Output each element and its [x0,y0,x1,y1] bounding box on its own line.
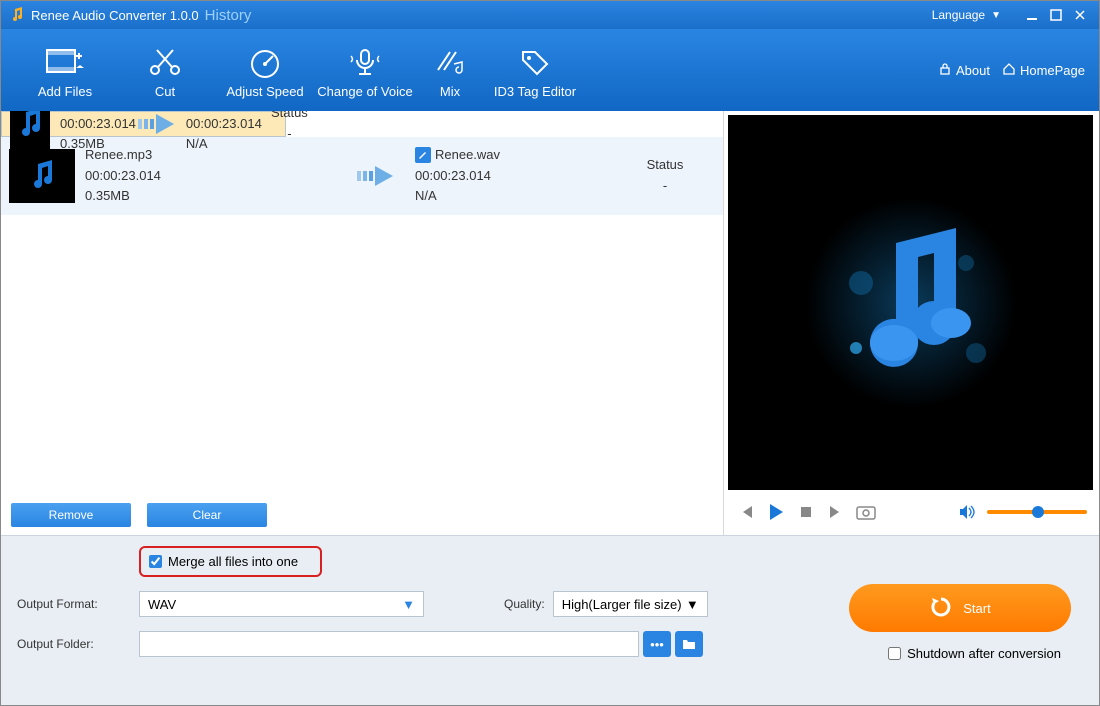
start-label: Start [963,601,990,616]
gauge-icon [247,42,283,82]
status-value: - [615,176,715,197]
cut-button[interactable]: Cut [115,29,215,111]
dst-duration: 00:00:23.014 [415,166,615,187]
mix-icon [432,42,468,82]
status-header: Status [615,155,715,176]
file-row[interactable]: Renee.mp3 00:00:23.014 0.35MB Renee.wav … [1,137,723,215]
id3-tag-label: ID3 Tag Editor [494,84,576,99]
quality-label: Quality: [504,597,545,611]
adjust-speed-label: Adjust Speed [226,84,303,99]
dst-size: N/A [415,186,615,207]
app-logo-icon [9,7,25,23]
dst-duration: 00:00:23.014 [186,114,271,135]
status-header: Status [271,111,308,124]
output-folder-label: Output Folder: [17,637,139,651]
file-list: Renee.mp3 00:00:23.014 0.35MB Renee.wav … [1,111,723,495]
change-voice-button[interactable]: Change of Voice [315,29,415,111]
history-link[interactable]: History [205,7,252,24]
maximize-button[interactable] [1045,4,1067,26]
play-button[interactable] [766,502,786,522]
arrow-icon [345,161,415,191]
file-thumbnail [9,149,75,203]
home-icon [1002,62,1016,79]
homepage-link[interactable]: HomePage [1002,62,1085,79]
titlebar: Renee Audio Converter 1.0.0 History Lang… [1,1,1099,29]
mix-label: Mix [440,84,460,99]
mix-button[interactable]: Mix [415,29,485,111]
previous-button[interactable] [736,502,756,522]
player-controls [724,494,1099,530]
stop-button[interactable] [796,502,816,522]
browse-folder-button[interactable] [675,631,703,657]
quality-value: High(Larger file size) [562,597,682,612]
output-format-label: Output Format: [17,597,139,611]
merge-label: Merge all files into one [168,554,298,569]
about-link[interactable]: About [938,62,990,79]
music-note-icon [801,193,1021,413]
status-value: - [271,124,308,145]
toolbar: Add Files Cut Adjust Speed Change of Voi… [1,29,1099,111]
preview-panel [728,115,1093,490]
next-button[interactable] [826,502,846,522]
src-duration: 00:00:23.014 [85,166,345,187]
snapshot-button[interactable] [856,502,876,522]
shutdown-checkbox-group[interactable]: Shutdown after conversion [888,646,1061,661]
file-row[interactable]: Renee.mp3 00:00:23.014 0.35MB Renee.wav … [1,111,286,137]
output-format-select[interactable]: WAV ▼ [139,591,424,617]
merge-checkbox[interactable] [149,555,162,568]
id3-tag-button[interactable]: ID3 Tag Editor [485,29,585,111]
chevron-down-icon: ▼ [402,597,415,612]
shutdown-label: Shutdown after conversion [907,646,1061,661]
filmstrip-plus-icon [45,42,85,82]
file-thumbnail [10,111,50,151]
bottom-panel: Merge all files into one Output Format: … [1,535,1099,705]
minimize-button[interactable] [1021,4,1043,26]
cut-label: Cut [155,84,175,99]
volume-slider[interactable] [987,510,1087,514]
shutdown-checkbox[interactable] [888,647,901,660]
edit-output-icon[interactable] [415,147,431,163]
more-button[interactable]: ••• [643,631,671,657]
lock-icon [938,62,952,79]
change-voice-label: Change of Voice [317,84,412,99]
adjust-speed-button[interactable]: Adjust Speed [215,29,315,111]
arrow-icon [136,111,186,139]
output-folder-input[interactable] [139,631,639,657]
merge-checkbox-group[interactable]: Merge all files into one [139,546,322,577]
app-title: Renee Audio Converter 1.0.0 [31,8,199,23]
src-duration: 00:00:23.014 [60,114,136,135]
language-dropdown-icon[interactable]: ▼ [991,10,1001,21]
add-files-button[interactable]: Add Files [15,29,115,111]
homepage-label: HomePage [1020,63,1085,78]
about-label: About [956,63,990,78]
add-files-label: Add Files [38,84,92,99]
refresh-icon [929,595,953,622]
language-button[interactable]: Language [932,8,985,22]
dst-filename: Renee.wav [435,145,500,166]
volume-icon[interactable] [957,502,977,522]
chevron-down-icon: ▼ [686,597,699,612]
src-size: 0.35MB [85,186,345,207]
close-button[interactable] [1069,4,1091,26]
src-filename: Renee.mp3 [85,145,345,166]
remove-button[interactable]: Remove [11,503,131,527]
output-format-value: WAV [148,597,176,612]
start-button[interactable]: Start [849,584,1071,632]
scissors-icon [147,42,183,82]
microphone-icon [347,42,383,82]
tag-icon [517,42,553,82]
quality-select[interactable]: High(Larger file size) ▼ [553,591,708,617]
clear-button[interactable]: Clear [147,503,267,527]
